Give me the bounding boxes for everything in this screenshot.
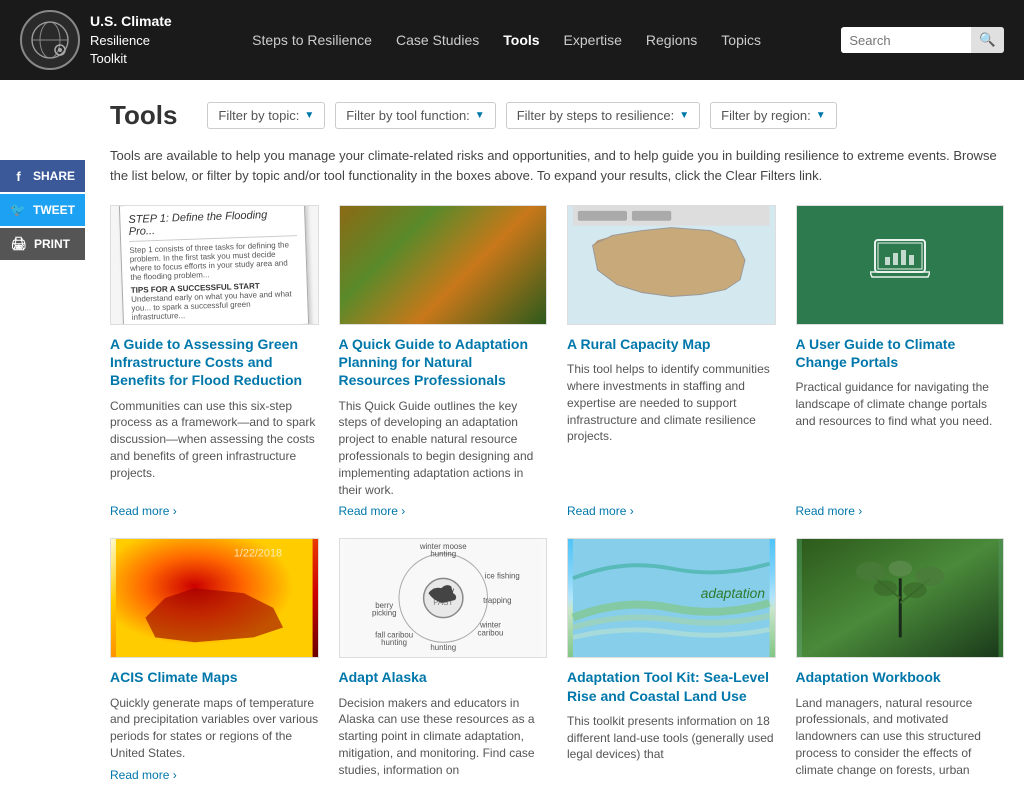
tool-desc: Communities can use this six-step proces… <box>110 398 319 499</box>
nav-topics[interactable]: Topics <box>721 32 761 48</box>
share-button[interactable]: f SHARE <box>0 160 85 192</box>
svg-text:ice fishing: ice fishing <box>484 572 519 581</box>
search-box: 🔍 <box>841 27 1004 53</box>
tool-title[interactable]: A Quick Guide to Adaptation Planning for… <box>339 335 548 390</box>
tool-image <box>339 205 548 325</box>
search-button[interactable]: 🔍 <box>971 27 1004 53</box>
page-title: Tools <box>110 100 177 131</box>
nav-expertise[interactable]: Expertise <box>564 32 622 48</box>
svg-text:hunting: hunting <box>381 639 407 648</box>
nav-case-studies[interactable]: Case Studies <box>396 32 479 48</box>
page-description: Tools are available to help you manage y… <box>110 146 1004 185</box>
tool-image <box>567 205 776 325</box>
nav-regions[interactable]: Regions <box>646 32 697 48</box>
filter-function[interactable]: Filter by tool function: <box>335 102 495 129</box>
logo-text: U.S. Climate Resilience Toolkit <box>90 12 172 68</box>
filter-bar: Tools Filter by topic: Filter by tool fu… <box>110 100 1004 131</box>
filter-region[interactable]: Filter by region: <box>710 102 837 129</box>
logo-circle <box>20 10 80 70</box>
tool-title[interactable]: ACIS Climate Maps <box>110 668 319 686</box>
tool-image: 1/22/2018 <box>110 538 319 658</box>
tool-image <box>796 538 1005 658</box>
tool-title[interactable]: Adaptation Tool Kit: Sea-Level Rise and … <box>567 668 776 704</box>
nav-tools[interactable]: Tools <box>503 32 539 48</box>
read-more-link[interactable]: Read more › <box>567 504 776 518</box>
filter-topic[interactable]: Filter by topic: <box>207 102 325 129</box>
tool-image: adaptation <box>567 538 776 658</box>
tool-image: NOW PAST winter moose hunting ice fishin… <box>339 538 548 658</box>
read-more-link[interactable]: Read more › <box>110 768 319 782</box>
tool-card: Adaptation Workbook Land managers, natur… <box>796 538 1005 781</box>
tool-card: STEP 1: Define the Flooding Pro... Step … <box>110 205 319 518</box>
tool-card: A Rural Capacity Map This tool helps to … <box>567 205 776 518</box>
tool-desc: Practical guidance for navigating the la… <box>796 379 1005 498</box>
tools-grid: STEP 1: Define the Flooding Pro... Step … <box>110 205 1004 782</box>
tool-card: A User Guide to Climate Change Portals P… <box>796 205 1005 518</box>
tool-card: adaptation Adaptation Tool Kit: Sea-Leve… <box>567 538 776 781</box>
tool-title[interactable]: Adaptation Workbook <box>796 668 1005 686</box>
facebook-icon: f <box>10 167 27 185</box>
laptop-icon <box>870 235 930 295</box>
print-button[interactable]: 🖨 PRINT <box>0 228 85 260</box>
tool-desc: This tool helps to identify communities … <box>567 361 776 498</box>
svg-text:caribou: caribou <box>477 629 503 638</box>
print-icon: 🖨 <box>10 235 28 253</box>
read-more-link[interactable]: Read more › <box>110 504 319 518</box>
tool-card: A Quick Guide to Adaptation Planning for… <box>339 205 548 518</box>
tool-image: STEP 1: Define the Flooding Pro... Step … <box>110 205 319 325</box>
svg-text:adaptation: adaptation <box>701 586 766 601</box>
tweet-button[interactable]: 🐦 TWEET <box>0 194 85 226</box>
search-input[interactable] <box>841 28 971 53</box>
tool-desc: This toolkit presents information on 18 … <box>567 713 776 782</box>
tool-desc: Land managers, natural resource professi… <box>796 695 1005 782</box>
filter-steps[interactable]: Filter by steps to resilience: <box>506 102 700 129</box>
tool-title[interactable]: A Rural Capacity Map <box>567 335 776 353</box>
logo: U.S. Climate Resilience Toolkit <box>20 10 172 70</box>
main-content: Tools Filter by topic: Filter by tool fu… <box>90 80 1024 802</box>
nav-steps[interactable]: Steps to Resilience <box>252 32 372 48</box>
tool-title[interactable]: A User Guide to Climate Change Portals <box>796 335 1005 371</box>
tool-desc: Quickly generate maps of temperature and… <box>110 695 319 762</box>
tool-desc: Decision makers and educators in Alaska … <box>339 695 548 782</box>
main-nav: Steps to Resilience Case Studies Tools E… <box>252 32 761 48</box>
svg-text:hunting: hunting <box>430 550 456 559</box>
read-more-link[interactable]: Read more › <box>796 504 1005 518</box>
tool-title[interactable]: Adapt Alaska <box>339 668 548 686</box>
tool-title[interactable]: A Guide to Assessing Green Infrastructur… <box>110 335 319 390</box>
tool-card: 1/22/2018 ACIS Climate Maps Quickly gene… <box>110 538 319 781</box>
tool-card: NOW PAST winter moose hunting ice fishin… <box>339 538 548 781</box>
read-more-link[interactable]: Read more › <box>339 504 548 518</box>
svg-text:picking: picking <box>372 609 396 618</box>
tool-image <box>796 205 1005 325</box>
header: U.S. Climate Resilience Toolkit Steps to… <box>0 0 1024 80</box>
social-sidebar: f SHARE 🐦 TWEET 🖨 PRINT <box>0 160 85 260</box>
twitter-icon: 🐦 <box>10 201 27 219</box>
svg-text:1/22/2018: 1/22/2018 <box>234 548 282 560</box>
tool-desc: This Quick Guide outlines the key steps … <box>339 398 548 499</box>
svg-text:trapping: trapping <box>483 596 511 605</box>
step1-content: STEP 1: Define the Flooding Pro... Step … <box>119 205 309 325</box>
svg-text:hunting: hunting <box>430 643 456 652</box>
